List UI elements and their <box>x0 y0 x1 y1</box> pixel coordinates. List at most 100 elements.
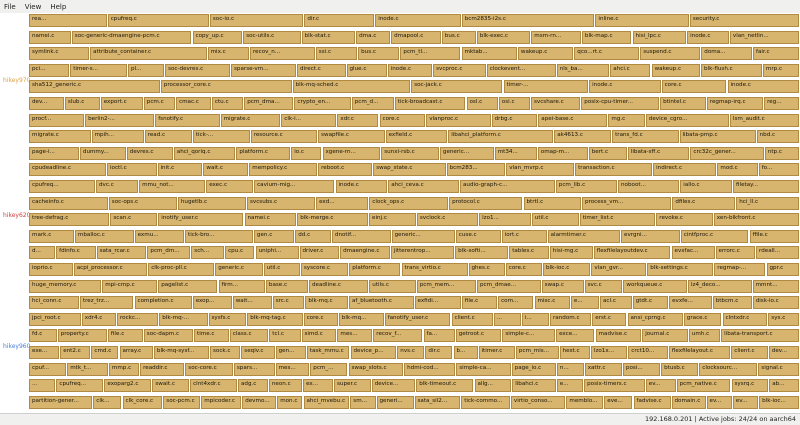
job-cell[interactable]: itimer.c <box>478 346 515 359</box>
job-cell[interactable]: namei.c <box>244 213 297 227</box>
job-cell[interactable]: revoke.c <box>656 213 713 227</box>
job-cell[interactable]: i... <box>521 312 550 326</box>
job-cell[interactable]: pcm_lib.c <box>555 180 618 193</box>
job-cell[interactable]: lsm_audit.c <box>729 113 799 127</box>
job-cell[interactable]: nbd.c <box>756 130 799 144</box>
job-cell[interactable]: vlan_netlin... <box>729 30 799 44</box>
job-cell[interactable]: cpufreq... <box>29 180 95 193</box>
job-cell[interactable]: n... <box>556 362 584 376</box>
job-cell[interactable]: hugetlb.c <box>177 196 246 210</box>
job-cell[interactable]: ssi.c <box>315 47 358 61</box>
job-cell[interactable]: blk-softi... <box>455 246 509 260</box>
job-cell[interactable]: mktab... <box>461 47 517 61</box>
job-cell[interactable]: mpih... <box>91 130 144 144</box>
job-cell[interactable]: posi... <box>622 362 661 376</box>
job-cell[interactable]: mempolicy.c <box>249 163 318 177</box>
job-cell[interactable]: exd... <box>316 196 369 210</box>
job-cell[interactable]: dummy... <box>79 146 126 160</box>
job-cell[interactable]: btusb.c <box>661 362 699 376</box>
job-cell[interactable]: dnotif... <box>331 229 391 243</box>
menu-help[interactable]: Help <box>50 3 66 11</box>
job-cell[interactable]: scan.c <box>110 213 158 227</box>
job-cell[interactable]: e... <box>570 296 599 310</box>
job-cell[interactable]: osl.c <box>466 97 498 110</box>
job-cell[interactable]: journal.c <box>642 329 688 343</box>
job-cell[interactable]: core.c <box>303 312 338 326</box>
job-cell[interactable]: wakeup.c <box>651 63 701 77</box>
job-cell[interactable]: osi.c <box>498 97 531 110</box>
job-cell[interactable]: sm... <box>350 395 376 409</box>
job-cell[interactable]: flexfilelayout.c <box>668 346 731 359</box>
job-cell[interactable]: ghes.c <box>468 263 505 276</box>
job-cell[interactable]: symlink.c <box>29 47 90 61</box>
job-cell[interactable]: exe... <box>29 346 60 359</box>
job-cell[interactable]: mballoc.c <box>74 229 134 243</box>
job-cell[interactable]: msm-rn... <box>531 30 581 44</box>
job-cell[interactable]: tick-broadcast.c <box>394 97 466 110</box>
job-cell[interactable]: pl... <box>128 63 165 77</box>
job-cell[interactable]: platform.c <box>349 263 401 276</box>
job-cell[interactable]: util.c <box>263 263 300 276</box>
job-cell[interactable]: tables.c <box>509 246 549 260</box>
job-cell[interactable]: soc-dapm.c <box>143 329 193 343</box>
job-cell[interactable]: memblo... <box>566 395 604 409</box>
job-cell[interactable]: btrtl.c <box>523 196 581 210</box>
job-cell[interactable]: client.c <box>731 346 768 359</box>
job-cell[interactable]: device_cgro... <box>645 113 729 127</box>
job-cell[interactable]: inotify_user.c <box>158 213 244 227</box>
job-cell[interactable]: swapfile.c <box>318 130 385 144</box>
job-cell[interactable]: vlanproc.c <box>426 113 491 127</box>
job-cell[interactable]: ahci.c <box>610 63 651 77</box>
job-cell[interactable]: deadline.c <box>309 279 369 293</box>
job-cell[interactable]: mt34... <box>494 146 537 160</box>
job-cell[interactable]: init.c <box>157 163 203 177</box>
job-cell[interactable]: completion.c <box>134 296 192 310</box>
job-cell[interactable]: dev... <box>768 346 799 359</box>
job-cell[interactable]: timer-... <box>503 80 589 94</box>
job-cell[interactable]: iallo.c <box>680 180 732 193</box>
job-cell[interactable]: inode.c <box>335 180 388 193</box>
job-cell[interactable]: sata_rcar.c <box>96 246 147 260</box>
job-cell[interactable]: ... <box>493 312 521 326</box>
job-cell[interactable]: fair.c <box>753 47 799 61</box>
job-cell[interactable]: tick-commo... <box>461 395 510 409</box>
job-cell[interactable]: inode.c <box>387 63 433 77</box>
job-cell[interactable]: process_vm... <box>582 196 672 210</box>
job-cell[interactable]: clk... <box>93 395 122 409</box>
job-cell[interactable]: fadvise.c <box>633 395 671 409</box>
job-cell[interactable]: nvs.c <box>397 346 425 359</box>
job-cell[interactable]: hisi-mg.c <box>549 246 593 260</box>
job-cell[interactable]: noboot... <box>618 180 680 193</box>
job-cell[interactable]: pcm_mem... <box>416 279 476 293</box>
job-cell[interactable]: seqiv.c <box>241 346 275 359</box>
job-cell[interactable]: exfield.c <box>385 130 448 144</box>
job-cell[interactable]: fd.c <box>29 329 57 343</box>
job-cell[interactable]: vlan_mvrp.c <box>506 163 575 177</box>
job-cell[interactable]: cpu.c <box>225 246 255 260</box>
job-cell[interactable]: pcm.c <box>143 97 176 110</box>
job-cell[interactable]: cacheinfo.c <box>29 196 108 210</box>
job-cell[interactable]: clk-proc-pll.c <box>148 263 215 276</box>
job-cell[interactable]: berlin2-... <box>85 113 155 127</box>
job-cell[interactable]: crypto_en... <box>294 97 351 110</box>
job-cell[interactable]: tick-bro... <box>185 229 253 243</box>
job-cell[interactable]: inline.c <box>595 14 689 27</box>
job-cell[interactable]: mpicoder.c <box>201 395 242 409</box>
job-cell[interactable]: wait.c <box>203 163 249 177</box>
job-cell[interactable]: d... <box>29 246 56 260</box>
job-cell[interactable]: xen-blkfront.c <box>713 213 799 227</box>
job-cell[interactable]: dd.c <box>295 229 331 243</box>
job-cell[interactable]: svcshare.c <box>531 97 581 110</box>
job-cell[interactable]: ahci_qoriq.c <box>173 146 236 160</box>
job-cell[interactable]: ffile.c <box>749 229 799 243</box>
job-cell[interactable]: generic... <box>391 229 455 243</box>
job-cell[interactable]: iort.c <box>501 229 547 243</box>
job-cell[interactable]: btbcm.c <box>712 296 752 310</box>
job-cell[interactable]: blk-mq-... <box>159 312 208 326</box>
job-cell[interactable]: evxfe... <box>669 296 712 310</box>
job-cell[interactable]: util.c <box>531 213 579 227</box>
job-cell[interactable]: nls_ba... <box>556 63 610 77</box>
job-cell[interactable]: core.c <box>505 263 542 276</box>
job-cell[interactable]: sysrq.c <box>731 379 769 393</box>
job-cell[interactable]: cpudeadline.c <box>29 163 106 177</box>
